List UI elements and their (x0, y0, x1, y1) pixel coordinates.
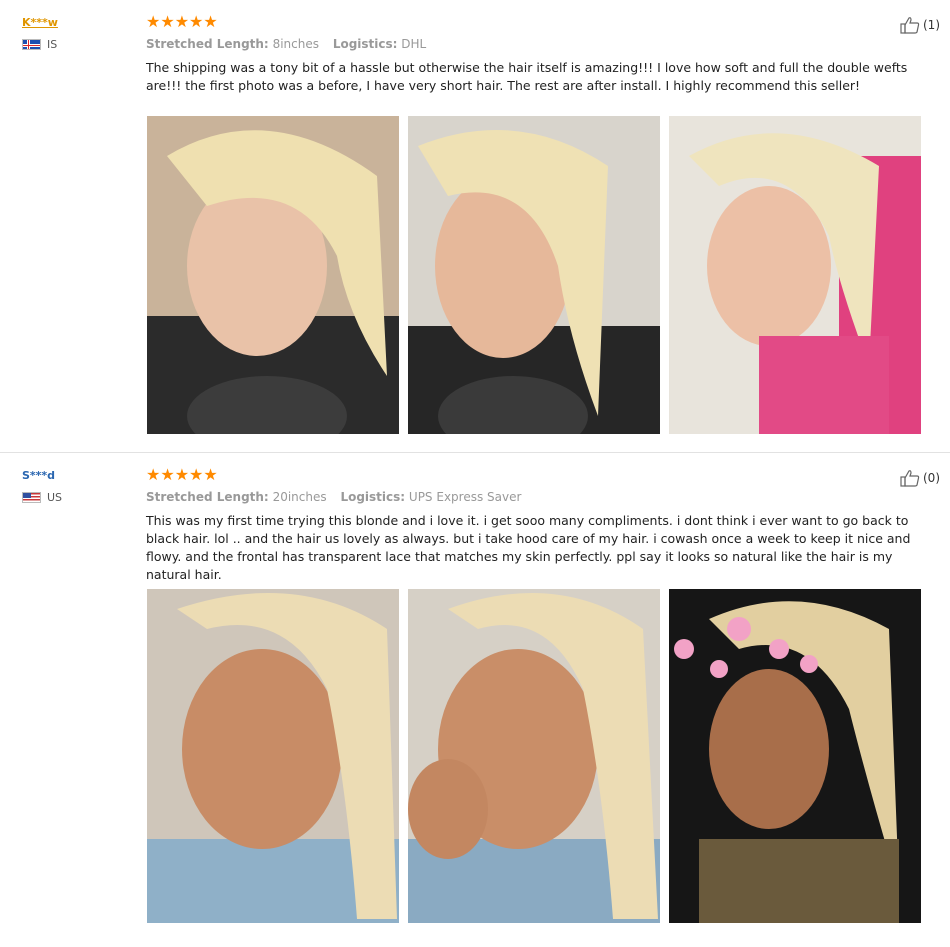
review-photos (147, 116, 921, 434)
length-value: 8inches (272, 37, 319, 51)
review-text: The shipping was a tony bit of a hassle … (146, 60, 908, 93)
country-code: US (47, 491, 63, 504)
review-card: K***w IS ★★★★★ Stretched Length: 8inches… (0, 0, 950, 450)
review-card: S***d US ★★★★★ Stretched Length: 20inche… (0, 452, 950, 943)
reviewer-name[interactable]: K***w (22, 16, 58, 29)
flag-us-icon (22, 492, 41, 503)
logistics-label: Logistics: (340, 490, 406, 504)
flag-is-icon (22, 39, 41, 50)
reviewer-info: K***w IS (22, 16, 58, 51)
reviewer-country: IS (22, 38, 58, 51)
thumbs-up-icon (900, 17, 920, 34)
helpful-button[interactable]: (0) (900, 469, 940, 487)
review-photo[interactable] (408, 589, 660, 923)
reviewer-country: US (22, 491, 62, 504)
review-attributes: Stretched Length: 20inches Logistics: UP… (146, 490, 936, 504)
reviewer-info: S***d US (22, 469, 62, 504)
review-photos (147, 589, 921, 923)
review-photo[interactable] (147, 116, 399, 434)
review-photo[interactable] (408, 116, 660, 434)
helpful-count: (0) (923, 471, 940, 485)
length-label: Stretched Length: (146, 37, 269, 51)
review-attributes: Stretched Length: 8inches Logistics: DHL (146, 37, 936, 51)
logistics-value: DHL (401, 37, 427, 51)
helpful-button[interactable]: (1) (900, 16, 940, 34)
country-code: IS (47, 38, 58, 51)
star-rating: ★★★★★ (146, 465, 218, 484)
star-rating: ★★★★★ (146, 12, 218, 31)
helpful-count: (1) (923, 18, 940, 32)
length-value: 20inches (272, 490, 327, 504)
logistics-label: Logistics: (332, 37, 398, 51)
review-text: This was my first time trying this blond… (146, 513, 911, 582)
review-photo[interactable] (669, 589, 921, 923)
thumbs-up-icon (900, 470, 920, 487)
review-photo[interactable] (147, 589, 399, 923)
reviewer-name[interactable]: S***d (22, 469, 62, 482)
length-label: Stretched Length: (146, 490, 269, 504)
review-content: ★★★★★ Stretched Length: 8inches Logistic… (146, 13, 936, 95)
logistics-value: UPS Express Saver (408, 490, 522, 504)
review-content: ★★★★★ Stretched Length: 20inches Logisti… (146, 466, 936, 584)
review-photo[interactable] (669, 116, 921, 434)
